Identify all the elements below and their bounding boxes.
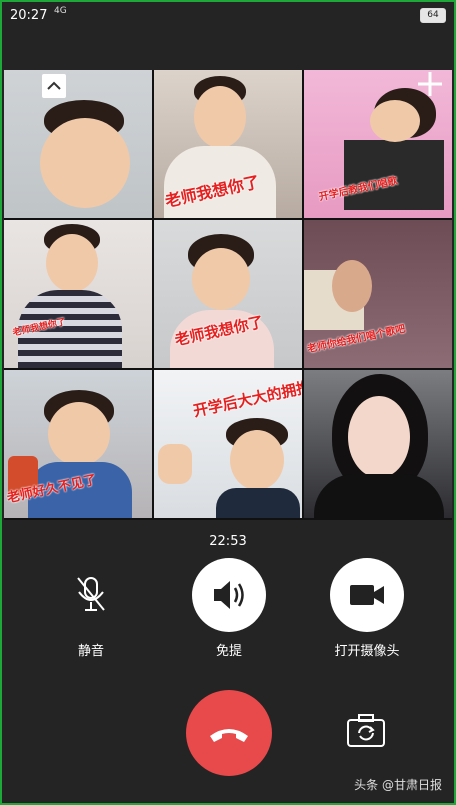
child-face (48, 402, 110, 466)
status-bar: 20:27 4G 64 (2, 2, 454, 30)
tile-caption: 开学后大大的拥抱 (191, 377, 302, 421)
video-call-screen: 20:27 4G 64 老师我想你了 开学后教我们唱歌 老师我想你了 老师我想你… (0, 0, 456, 805)
shirt-shape (314, 474, 444, 518)
switch-camera-button[interactable] (342, 710, 390, 754)
microphone-off-icon (77, 577, 105, 611)
child-face (332, 260, 372, 312)
speaker-icon (214, 581, 244, 609)
child-face (46, 234, 98, 292)
mute-label: 静音 (77, 644, 104, 659)
camera-switch-icon (347, 714, 385, 747)
child-face (192, 248, 250, 310)
watermark: 头条 @甘肃日报 (354, 776, 442, 793)
signal-icon: 4G (54, 6, 67, 16)
watermark-prefix: 头条 (354, 778, 379, 792)
participant-tile-6[interactable]: 老师你给我们唱个歌吧 (304, 220, 452, 368)
participant-tile-4[interactable]: 老师我想你了 (4, 220, 152, 368)
call-duration: 22:53 (209, 534, 247, 549)
battery-icon: 64 (420, 8, 446, 23)
watermark-at: @ (381, 778, 394, 792)
participant-tile-7[interactable]: 老师好久不见了 (4, 370, 152, 518)
participant-tile-2[interactable]: 老师我想你了 (154, 70, 302, 218)
participant-tile-3[interactable]: 开学后教我们唱歌 (304, 70, 452, 218)
add-participant-button[interactable] (416, 70, 444, 98)
participant-tile-9[interactable] (304, 370, 452, 518)
mute-button[interactable] (54, 558, 128, 632)
participant-tile-1[interactable] (4, 70, 152, 218)
hang-up-icon (210, 729, 248, 742)
speaker-button[interactable] (192, 558, 266, 632)
waving-hand-shape (158, 444, 192, 484)
camera-label: 打开摄像头 (334, 644, 400, 659)
camera-button[interactable] (330, 558, 404, 632)
watermark-name: 甘肃日报 (393, 778, 442, 792)
child-face (230, 430, 284, 490)
chevron-up-icon (47, 81, 61, 90)
plus-icon (418, 72, 442, 96)
child-face (370, 100, 420, 142)
child-face (40, 118, 130, 208)
shirt-shape (216, 488, 300, 518)
speaker-label: 免提 (215, 644, 242, 659)
participant-tile-8[interactable]: 开学后大大的拥抱 (154, 370, 302, 518)
child-face (194, 86, 246, 148)
end-call-button[interactable] (186, 690, 272, 776)
teacher-face (348, 396, 410, 478)
video-camera-icon (350, 585, 384, 605)
participant-grid: 老师我想你了 开学后教我们唱歌 老师我想你了 老师我想你了 老师你给我们唱个歌吧… (4, 70, 452, 520)
status-time: 20:27 (10, 8, 48, 23)
collapse-button[interactable] (42, 74, 66, 98)
participant-tile-5[interactable]: 老师我想你了 (154, 220, 302, 368)
